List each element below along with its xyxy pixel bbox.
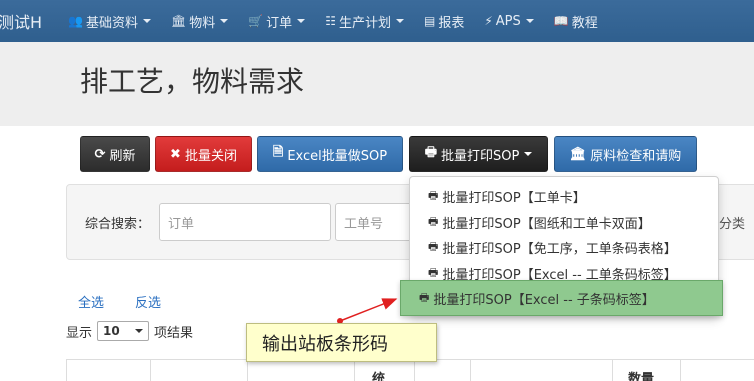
dropdown-item-label: 批量打印SOP【Excel -- 子条码标签】	[433, 292, 655, 308]
page-size-select[interactable]: 10	[97, 321, 150, 341]
print-icon: 🖶	[424, 145, 437, 160]
print-icon: 🖶	[428, 239, 439, 253]
excel-batch-sop-button[interactable]: 🗎 Excel批量做SOP	[257, 136, 403, 172]
nav-report[interactable]: ▤ 报表	[414, 0, 474, 42]
page-length-control: 显示 10 项结果	[66, 321, 193, 341]
dropdown-item-excel-sub-barcode[interactable]: 🖶 批量打印SOP【Excel -- 子条码标签】	[400, 280, 723, 316]
batch-close-label: 批量关闭	[184, 148, 237, 164]
dropdown-item-label: 批量打印SOP【工单卡】	[442, 190, 586, 206]
nav-label: 订单	[266, 15, 293, 31]
cart-icon: 🛒	[248, 14, 264, 28]
nav-label: 生产计划	[338, 15, 391, 31]
caret-down-icon	[135, 329, 144, 333]
nav-tutorial[interactable]: 📖 教程	[544, 0, 608, 42]
caret-down-icon	[525, 19, 534, 23]
nav-production-plan[interactable]: ☷ 生产计划	[315, 0, 414, 42]
nav-label: 物料	[189, 15, 216, 31]
invert-selection-link[interactable]: 反选	[135, 292, 161, 311]
caret-down-icon	[220, 19, 229, 23]
top-navbar: 测试H 👥 基础资料 🏛 物料 🛒 订单 ☷ 生产计划 ▤ 报表 ⚡ APS 📖…	[0, 0, 754, 42]
bank-icon: 🏛	[569, 146, 587, 162]
refresh-button[interactable]: ⟳ 刷新	[80, 136, 150, 172]
batch-close-button[interactable]: ✖ 批量关闭	[155, 136, 252, 172]
dropdown-item-barcode-table[interactable]: 🖶 批量打印SOP【免工序，工单条码表格】	[410, 234, 718, 260]
column-divider	[612, 359, 613, 381]
column-divider	[414, 359, 415, 381]
dropdown-item-label: 批量打印SOP【免工序，工单条码表格】	[442, 241, 677, 257]
bolt-icon: ⚡	[484, 14, 493, 28]
table-header-cell[interactable]: 统	[372, 368, 385, 381]
print-icon: 🖶	[428, 188, 439, 202]
refresh-label: 刷新	[109, 148, 136, 164]
search-label: 综合搜索：	[85, 217, 151, 232]
nav-label: APS	[495, 13, 521, 29]
show-prefix: 显示	[66, 325, 93, 341]
select-all-link[interactable]: 全选	[78, 292, 104, 311]
book-icon: 📖	[553, 14, 569, 28]
bank-icon: 🏛	[170, 14, 187, 28]
page-size-value: 10	[103, 324, 120, 338]
material-check-label: 原料检查和请购	[590, 148, 682, 164]
nav-order[interactable]: 🛒 订单	[238, 0, 315, 42]
column-divider	[247, 359, 248, 381]
annotation-callout: 输出站板条形码	[246, 323, 437, 362]
file-icon: 🗎	[272, 145, 284, 160]
dropdown-item-highlighted: 🖶 批量打印SOP【Excel -- 子条码标签】	[392, 281, 700, 315]
caret-down-icon	[395, 19, 404, 23]
excel-batch-sop-label: Excel批量做SOP	[287, 148, 388, 164]
refresh-icon: ⟳	[94, 146, 106, 162]
caret-down-icon	[524, 152, 533, 156]
column-divider	[470, 359, 471, 381]
close-icon: ✖	[170, 146, 181, 162]
print-icon: 🖶	[419, 290, 430, 304]
column-divider	[66, 359, 67, 381]
nav-label: 基础资料	[85, 15, 138, 31]
table-header-cell[interactable]: 数量	[628, 368, 654, 381]
nav-material[interactable]: 🏛 物料	[161, 0, 238, 42]
dropdown-item-label: 批量打印SOP【图纸和工单卡双面】	[442, 216, 651, 232]
batch-print-sop-button[interactable]: 🖶 批量打印SOP	[409, 136, 548, 172]
page-header: 排工艺，物料需求	[0, 42, 754, 126]
nav-basic-data[interactable]: 👥 基础资料	[58, 0, 161, 42]
users-icon: 👥	[68, 14, 83, 28]
nav-aps[interactable]: ⚡ APS	[474, 0, 543, 42]
bar-chart-icon: ▤	[423, 14, 436, 28]
column-divider	[150, 359, 151, 381]
order-search-input[interactable]: 订单	[159, 203, 331, 241]
column-divider	[354, 359, 355, 381]
caret-down-icon	[297, 19, 306, 23]
dropdown-item-workorder-card[interactable]: 🖶 批量打印SOP【工单卡】	[410, 183, 718, 209]
material-check-button[interactable]: 🏛 原料检查和请购	[554, 136, 697, 172]
column-divider	[680, 359, 681, 381]
workorder-search-input[interactable]: 工单号	[335, 203, 415, 241]
page-title: 排工艺，物料需求	[80, 65, 305, 98]
dropdown-item-drawing-duplex[interactable]: 🖶 批量打印SOP【图纸和工单卡双面】	[410, 209, 718, 235]
brand-title[interactable]: 测试H	[0, 9, 58, 33]
sitemap-icon: ☷	[325, 14, 336, 28]
nav-label: 报表	[438, 15, 465, 31]
caret-down-icon	[142, 19, 151, 23]
nav-label: 教程	[571, 15, 598, 31]
batch-print-sop-label: 批量打印SOP	[440, 148, 520, 164]
print-icon: 🖶	[428, 214, 439, 228]
show-suffix: 项结果	[154, 325, 194, 341]
